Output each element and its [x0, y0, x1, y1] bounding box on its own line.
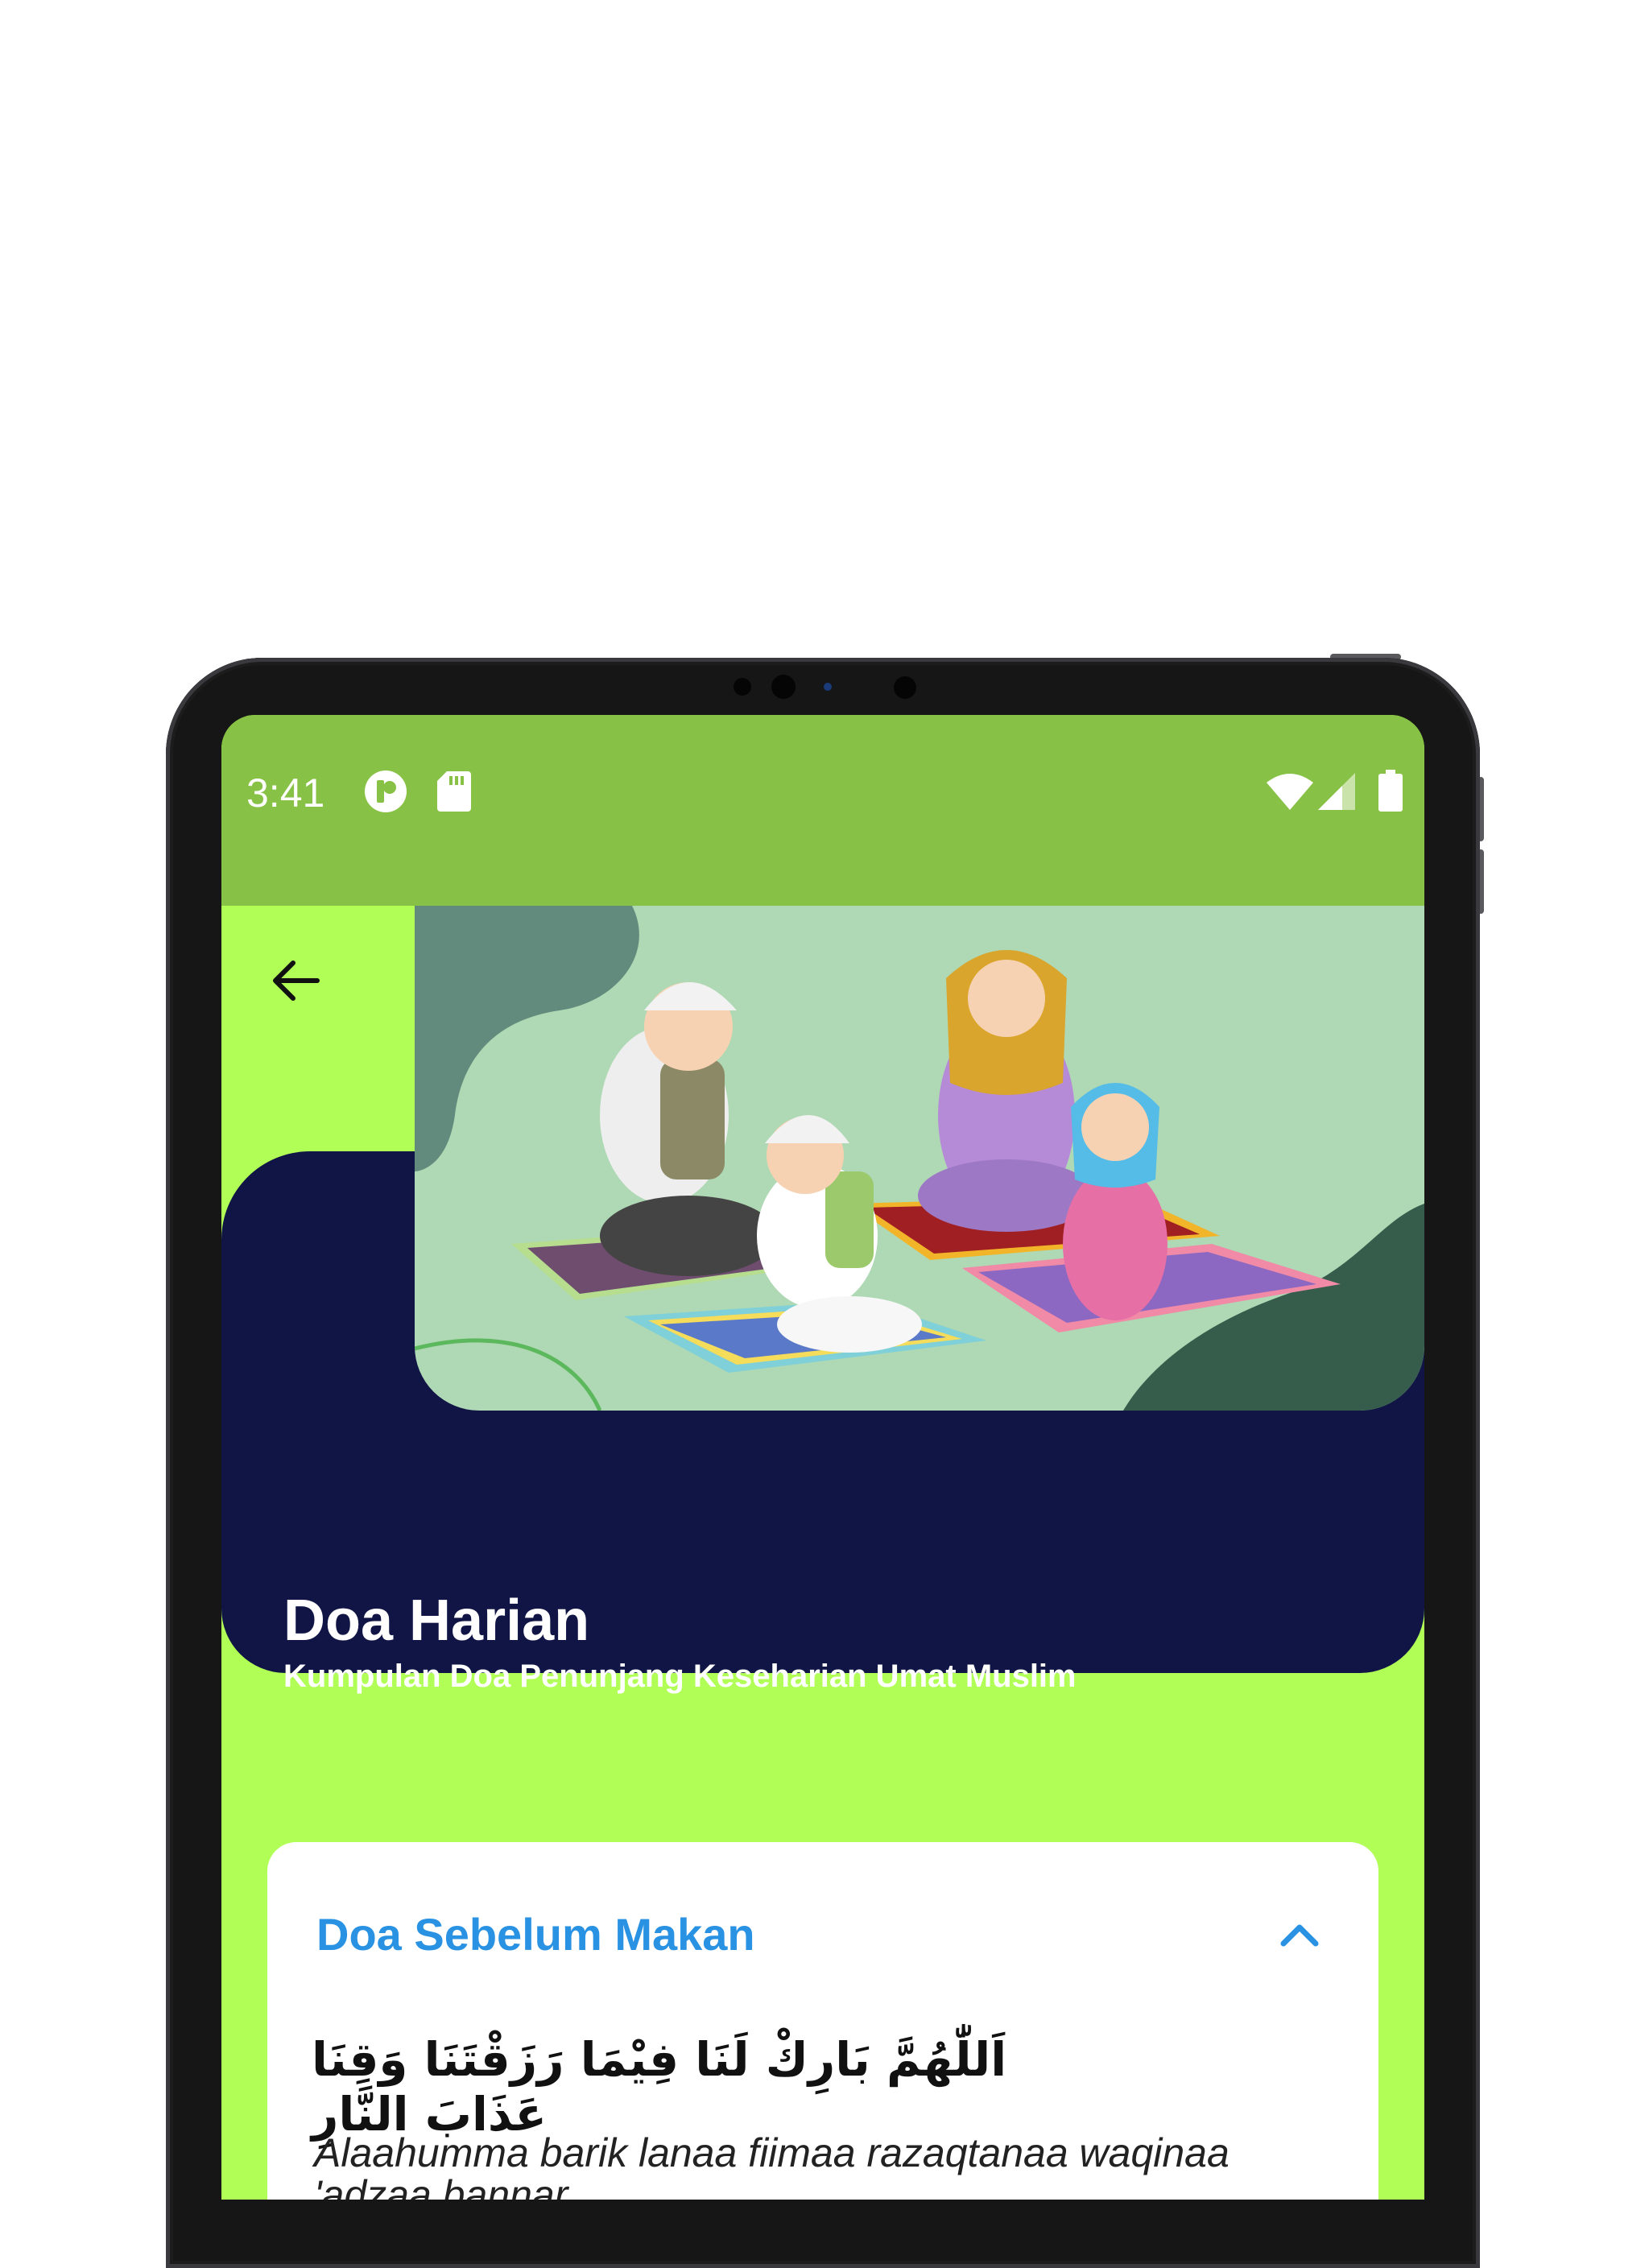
sd-card-icon: [437, 771, 471, 812]
prayer-card: Doa Sebelum Makan اَللّٰهُمَّ بَارِكْ لَ…: [267, 1842, 1378, 2200]
page-title: Doa Harian: [283, 1588, 590, 1653]
camera-dot: [894, 676, 916, 699]
status-time: 3:41: [246, 770, 325, 816]
prayer-arabic-text: اَللّٰهُمَّ بَارِكْ لَنَا فِيْمَا رَزَقْ…: [312, 2032, 1007, 2142]
camera-lens: [771, 675, 796, 699]
page-subtitle: Kumpulan Doa Penunjang Keseharian Umat M…: [283, 1659, 1077, 1694]
wifi-icon: [1267, 774, 1313, 810]
status-bar: 3:41: [221, 715, 1424, 906]
app-screen: 3:41 Doa Harian Kumpulan Doa Penunjang K…: [221, 715, 1424, 2200]
battery-icon: [1378, 770, 1403, 812]
prayer-title[interactable]: Doa Sebelum Makan: [316, 1908, 755, 1960]
app-notification-icon: [365, 770, 407, 812]
camera-sensor: [824, 683, 832, 691]
back-arrow-icon[interactable]: [264, 948, 329, 1013]
camera-dot: [734, 678, 751, 696]
praying-family-illustration: [415, 906, 1424, 1411]
signal-icon: [1318, 773, 1355, 810]
chevron-up-icon[interactable]: [1274, 1908, 1325, 1960]
prayer-latin-text: Alaahumma barik lanaa fiimaa razaqtanaa …: [314, 2130, 1230, 2200]
